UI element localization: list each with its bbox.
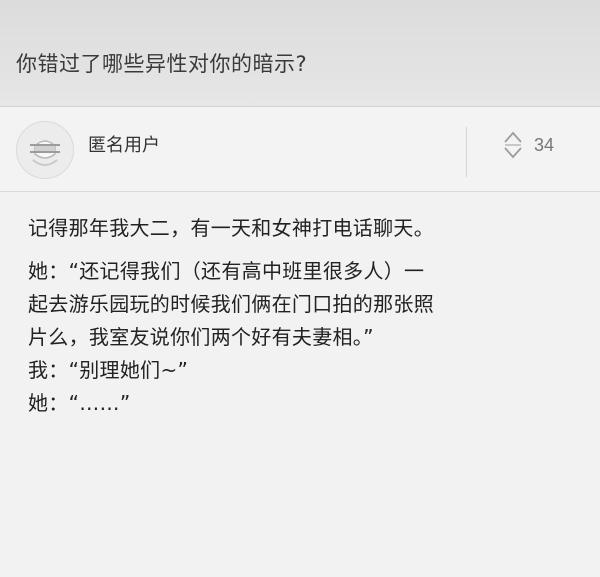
answer-author-bar: 匿名用户 34 (0, 107, 600, 192)
dialogue-line: 她：“……” (28, 391, 131, 415)
dialogue-line: 我：“别理她们~” (28, 358, 189, 382)
answer-body: 记得那年我大二，有一天和女神打电话聊天。 她：“还记得我们（还有高中班里很多人）… (0, 192, 600, 420)
vote-count: 34 (534, 134, 555, 155)
up-down-vote-icon[interactable] (502, 129, 524, 161)
dialogue-line: 起去游乐园玩的时候我们俩在门口拍的那张照 (28, 292, 434, 316)
dialogue-line: 她：“还记得我们（还有高中班里很多人）一 (28, 259, 425, 283)
vote-control[interactable]: 34 (502, 129, 554, 161)
question-header: 你错过了哪些异性对你的暗示? (0, 0, 600, 107)
vertical-divider (466, 127, 467, 177)
dialogue-line: 片么，我室友说你们两个好有夫妻相。” (28, 325, 374, 349)
anonymous-avatar-icon[interactable] (16, 121, 74, 179)
answer-paragraph: 记得那年我大二，有一天和女神打电话聊天。 (28, 216, 434, 240)
question-title[interactable]: 你错过了哪些异性对你的暗示? (16, 48, 307, 78)
dialogue-block: 她：“还记得我们（还有高中班里很多人）一 起去游乐园玩的时候我们俩在门口拍的那张… (28, 255, 578, 420)
author-name[interactable]: 匿名用户 (88, 131, 160, 157)
